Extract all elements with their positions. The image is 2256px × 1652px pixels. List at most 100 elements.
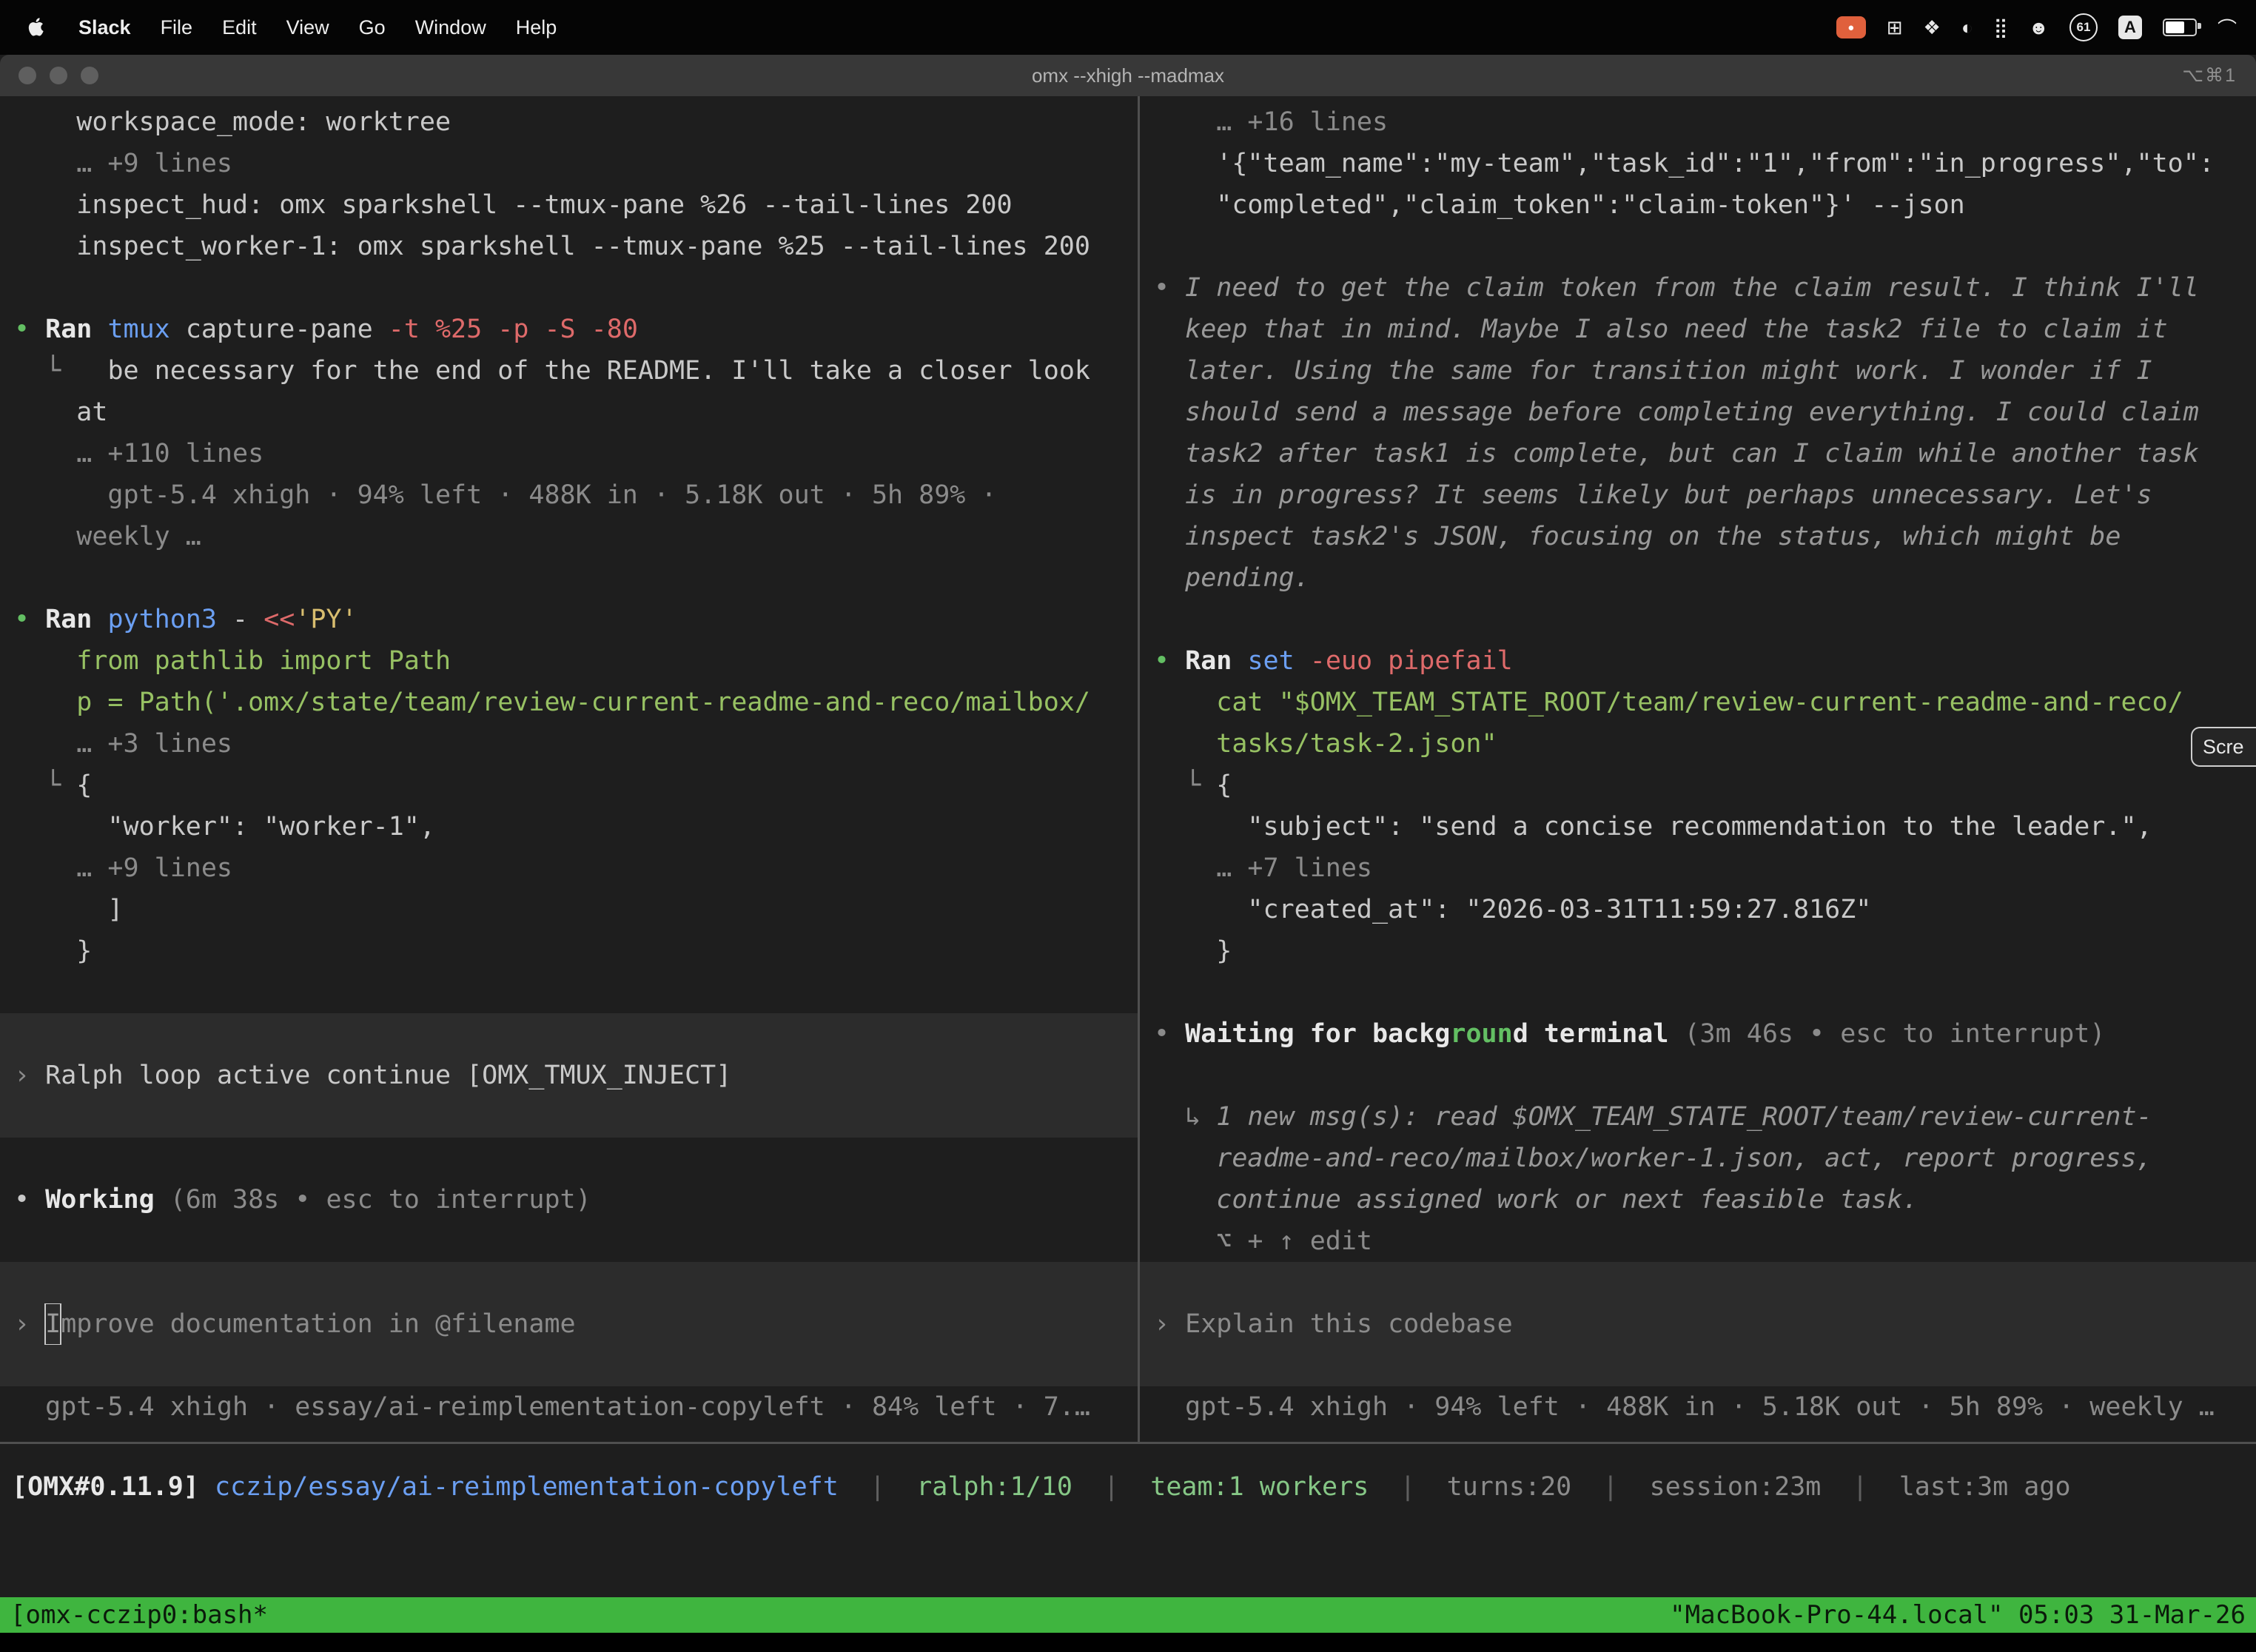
screen: Slack FileEditViewGoWindowHelp ● ⊞ ❖ ◐ ⣿ ☻ 61 A… xyxy=(0,0,2256,1652)
terminal-line: at xyxy=(0,392,1138,433)
terminal-line: gpt-5.4 xhigh · essay/ai-reimplementatio… xyxy=(0,1386,1138,1428)
terminal-line: inspect task2's JSON, focusing on the st… xyxy=(1140,516,2256,557)
terminal-line: … +3 lines xyxy=(0,723,1138,765)
terminal-line: • Ran python3 - <<'PY' xyxy=(0,599,1138,640)
left-pane[interactable]: workspace_mode: worktree … +9 lines insp… xyxy=(0,96,1140,1442)
terminal-line: '{"team_name":"my-team","task_id":"1","f… xyxy=(1140,143,2256,184)
terminal-line: • Ran set -euo pipefail xyxy=(1140,640,2256,682)
terminal-line: readme-and-reco/mailbox/worker-1.json, a… xyxy=(1140,1138,2256,1179)
omx-status-line: [OMX#0.11.9] cczip/essay/ai-reimplementa… xyxy=(0,1466,2256,1508)
right-pane[interactable]: … +16 lines '{"team_name":"my-team","tas… xyxy=(1140,96,2256,1442)
battery-percent-badge[interactable]: 61 xyxy=(2069,13,2098,41)
window-shortcut-hint: ⌥⌘1 xyxy=(2182,55,2237,96)
terminal-line: cat "$OMX_TEAM_STATE_ROOT/team/review-cu… xyxy=(1140,682,2256,723)
terminal-line: inspect_worker-1: omx sparkshell --tmux-… xyxy=(0,226,1138,267)
terminal-line: └ be necessary for the end of the README… xyxy=(0,350,1138,392)
edge-notification[interactable]: Scre xyxy=(2191,727,2256,767)
terminal-line: "created_at": "2026-03-31T11:59:27.816Z" xyxy=(1140,889,2256,930)
terminal-line: • Working (6m 38s • esc to interrupt) xyxy=(0,1179,1138,1220)
terminal-line xyxy=(0,1220,1138,1262)
terminal-line xyxy=(0,1013,1138,1055)
app-grid-icon[interactable]: ⣿ xyxy=(1994,16,2008,39)
terminal-line xyxy=(1140,599,2256,640)
menu-file[interactable]: File xyxy=(146,16,208,39)
terminal-line: should send a message before completing … xyxy=(1140,392,2256,433)
menu-bar: Slack FileEditViewGoWindowHelp ● ⊞ ❖ ◐ ⣿ ☻ 61 A… xyxy=(0,0,2256,55)
terminal-line xyxy=(1140,972,2256,1013)
terminal-line xyxy=(1140,1055,2256,1096)
terminal-line: later. Using the same for transition mig… xyxy=(1140,350,2256,392)
terminal-line: • Ran tmux capture-pane -t %25 -p -S -80 xyxy=(0,309,1138,350)
terminal-line: … +16 lines xyxy=(1140,101,2256,143)
app-menu[interactable]: Slack xyxy=(64,16,146,39)
terminal-line: pending. xyxy=(1140,557,2256,599)
terminal-line: task2 after task1 is complete, but can I… xyxy=(1140,433,2256,474)
terminal-line xyxy=(0,972,1138,1013)
tmux-host-clock: "MacBook-Pro-44.local" 05:03 31-Mar-26 xyxy=(1670,1600,2246,1630)
terminal-line: from pathlib import Path xyxy=(0,640,1138,682)
window-title: omx --xhigh --madmax xyxy=(0,55,2256,96)
terminal-line: p = Path('.omx/state/team/review-current… xyxy=(0,682,1138,723)
terminal-line: • Waiting for background terminal (3m 46… xyxy=(1140,1013,2256,1055)
terminal-line: › Ralph loop active continue [OMX_TMUX_I… xyxy=(0,1055,1138,1096)
menu-help[interactable]: Help xyxy=(501,16,572,39)
menu-bar-status-icons: ● ⊞ ❖ ◐ ⣿ ☻ 61 A ⌒ xyxy=(1836,13,2256,41)
terminal-line: … +9 lines xyxy=(0,143,1138,184)
terminal-line: └ { xyxy=(1140,765,2256,806)
terminal-line: ] xyxy=(0,889,1138,930)
window-grid-icon[interactable]: ⊞ xyxy=(1887,16,1903,39)
terminal-line: gpt-5.4 xhigh · 94% left · 488K in · 5.1… xyxy=(0,474,1138,516)
terminal-line xyxy=(0,267,1138,309)
terminal: workspace_mode: worktree … +9 lines insp… xyxy=(0,96,2256,1442)
apple-menu-icon[interactable] xyxy=(0,16,64,38)
tmux-status-bar: [omx-cczip0:bash* "MacBook-Pro-44.local"… xyxy=(0,1597,2256,1633)
terminal-line: "worker": "worker-1", xyxy=(0,806,1138,847)
tmux-session-label: [omx-cczip0:bash* xyxy=(10,1600,268,1630)
bottom-strip xyxy=(0,1633,2256,1652)
terminal-line xyxy=(1140,226,2256,267)
terminal-line xyxy=(0,1138,1138,1179)
spark-icon[interactable]: ❖ xyxy=(1924,16,1941,39)
terminal-line: "subject": "send a concise recommendatio… xyxy=(1140,806,2256,847)
screen-recording-indicator[interactable]: ● xyxy=(1836,16,1866,38)
terminal-line: gpt-5.4 xhigh · 94% left · 488K in · 5.1… xyxy=(1140,1386,2256,1428)
edge-notification-text: Scre xyxy=(2203,736,2244,759)
terminal-line: … +7 lines xyxy=(1140,847,2256,889)
terminal-line: inspect_hud: omx sparkshell --tmux-pane … xyxy=(0,184,1138,226)
terminal-line xyxy=(0,1345,1138,1386)
terminal-line xyxy=(0,557,1138,599)
omx-status-area: [OMX#0.11.9] cczip/essay/ai-reimplementa… xyxy=(0,1444,2256,1597)
battery-icon[interactable] xyxy=(2163,19,2197,36)
terminal-line: • I need to get the claim token from the… xyxy=(1140,267,2256,309)
menu-edit[interactable]: Edit xyxy=(207,16,272,39)
terminal-line: ⌥ + ↑ edit xyxy=(1140,1220,2256,1262)
terminal-line xyxy=(0,1096,1138,1138)
terminal-line: ↳ 1 new msg(s): read $OMX_TEAM_STATE_ROO… xyxy=(1140,1096,2256,1138)
terminal-line: "completed","claim_token":"claim-token"}… xyxy=(1140,184,2256,226)
terminal-line: continue assigned work or next feasible … xyxy=(1140,1179,2256,1220)
terminal-line: is in progress? It seems likely but perh… xyxy=(1140,474,2256,516)
wifi-icon[interactable]: ⌒ xyxy=(2218,14,2237,41)
input-source-icon[interactable]: A xyxy=(2118,16,2142,39)
terminal-line: … +110 lines xyxy=(0,433,1138,474)
window-title-bar: omx --xhigh --madmax ⌥⌘1 xyxy=(0,55,2256,97)
terminal-line: tasks/task-2.json" xyxy=(1140,723,2256,765)
terminal-line: workspace_mode: worktree xyxy=(0,101,1138,143)
terminal-line: └ { xyxy=(0,765,1138,806)
menu-go[interactable]: Go xyxy=(344,16,400,39)
terminal-line: } xyxy=(1140,930,2256,972)
terminal-line: … +9 lines xyxy=(0,847,1138,889)
terminal-line: › Improve documentation in @filename xyxy=(0,1303,1138,1345)
terminal-line: } xyxy=(0,930,1138,972)
moon-icon[interactable]: ◐ xyxy=(1961,16,1973,39)
terminal-line: weekly … xyxy=(0,516,1138,557)
menu-items: FileEditViewGoWindowHelp xyxy=(146,16,572,39)
terminal-line xyxy=(0,1262,1138,1303)
menu-view[interactable]: View xyxy=(272,16,344,39)
menu-window[interactable]: Window xyxy=(400,16,501,39)
terminal-line xyxy=(1140,1345,2256,1386)
terminal-line: › Explain this codebase xyxy=(1140,1303,2256,1345)
ghost-icon[interactable]: ☻ xyxy=(2029,16,2049,39)
terminal-line: keep that in mind. Maybe I also need the… xyxy=(1140,309,2256,350)
terminal-line xyxy=(1140,1262,2256,1303)
